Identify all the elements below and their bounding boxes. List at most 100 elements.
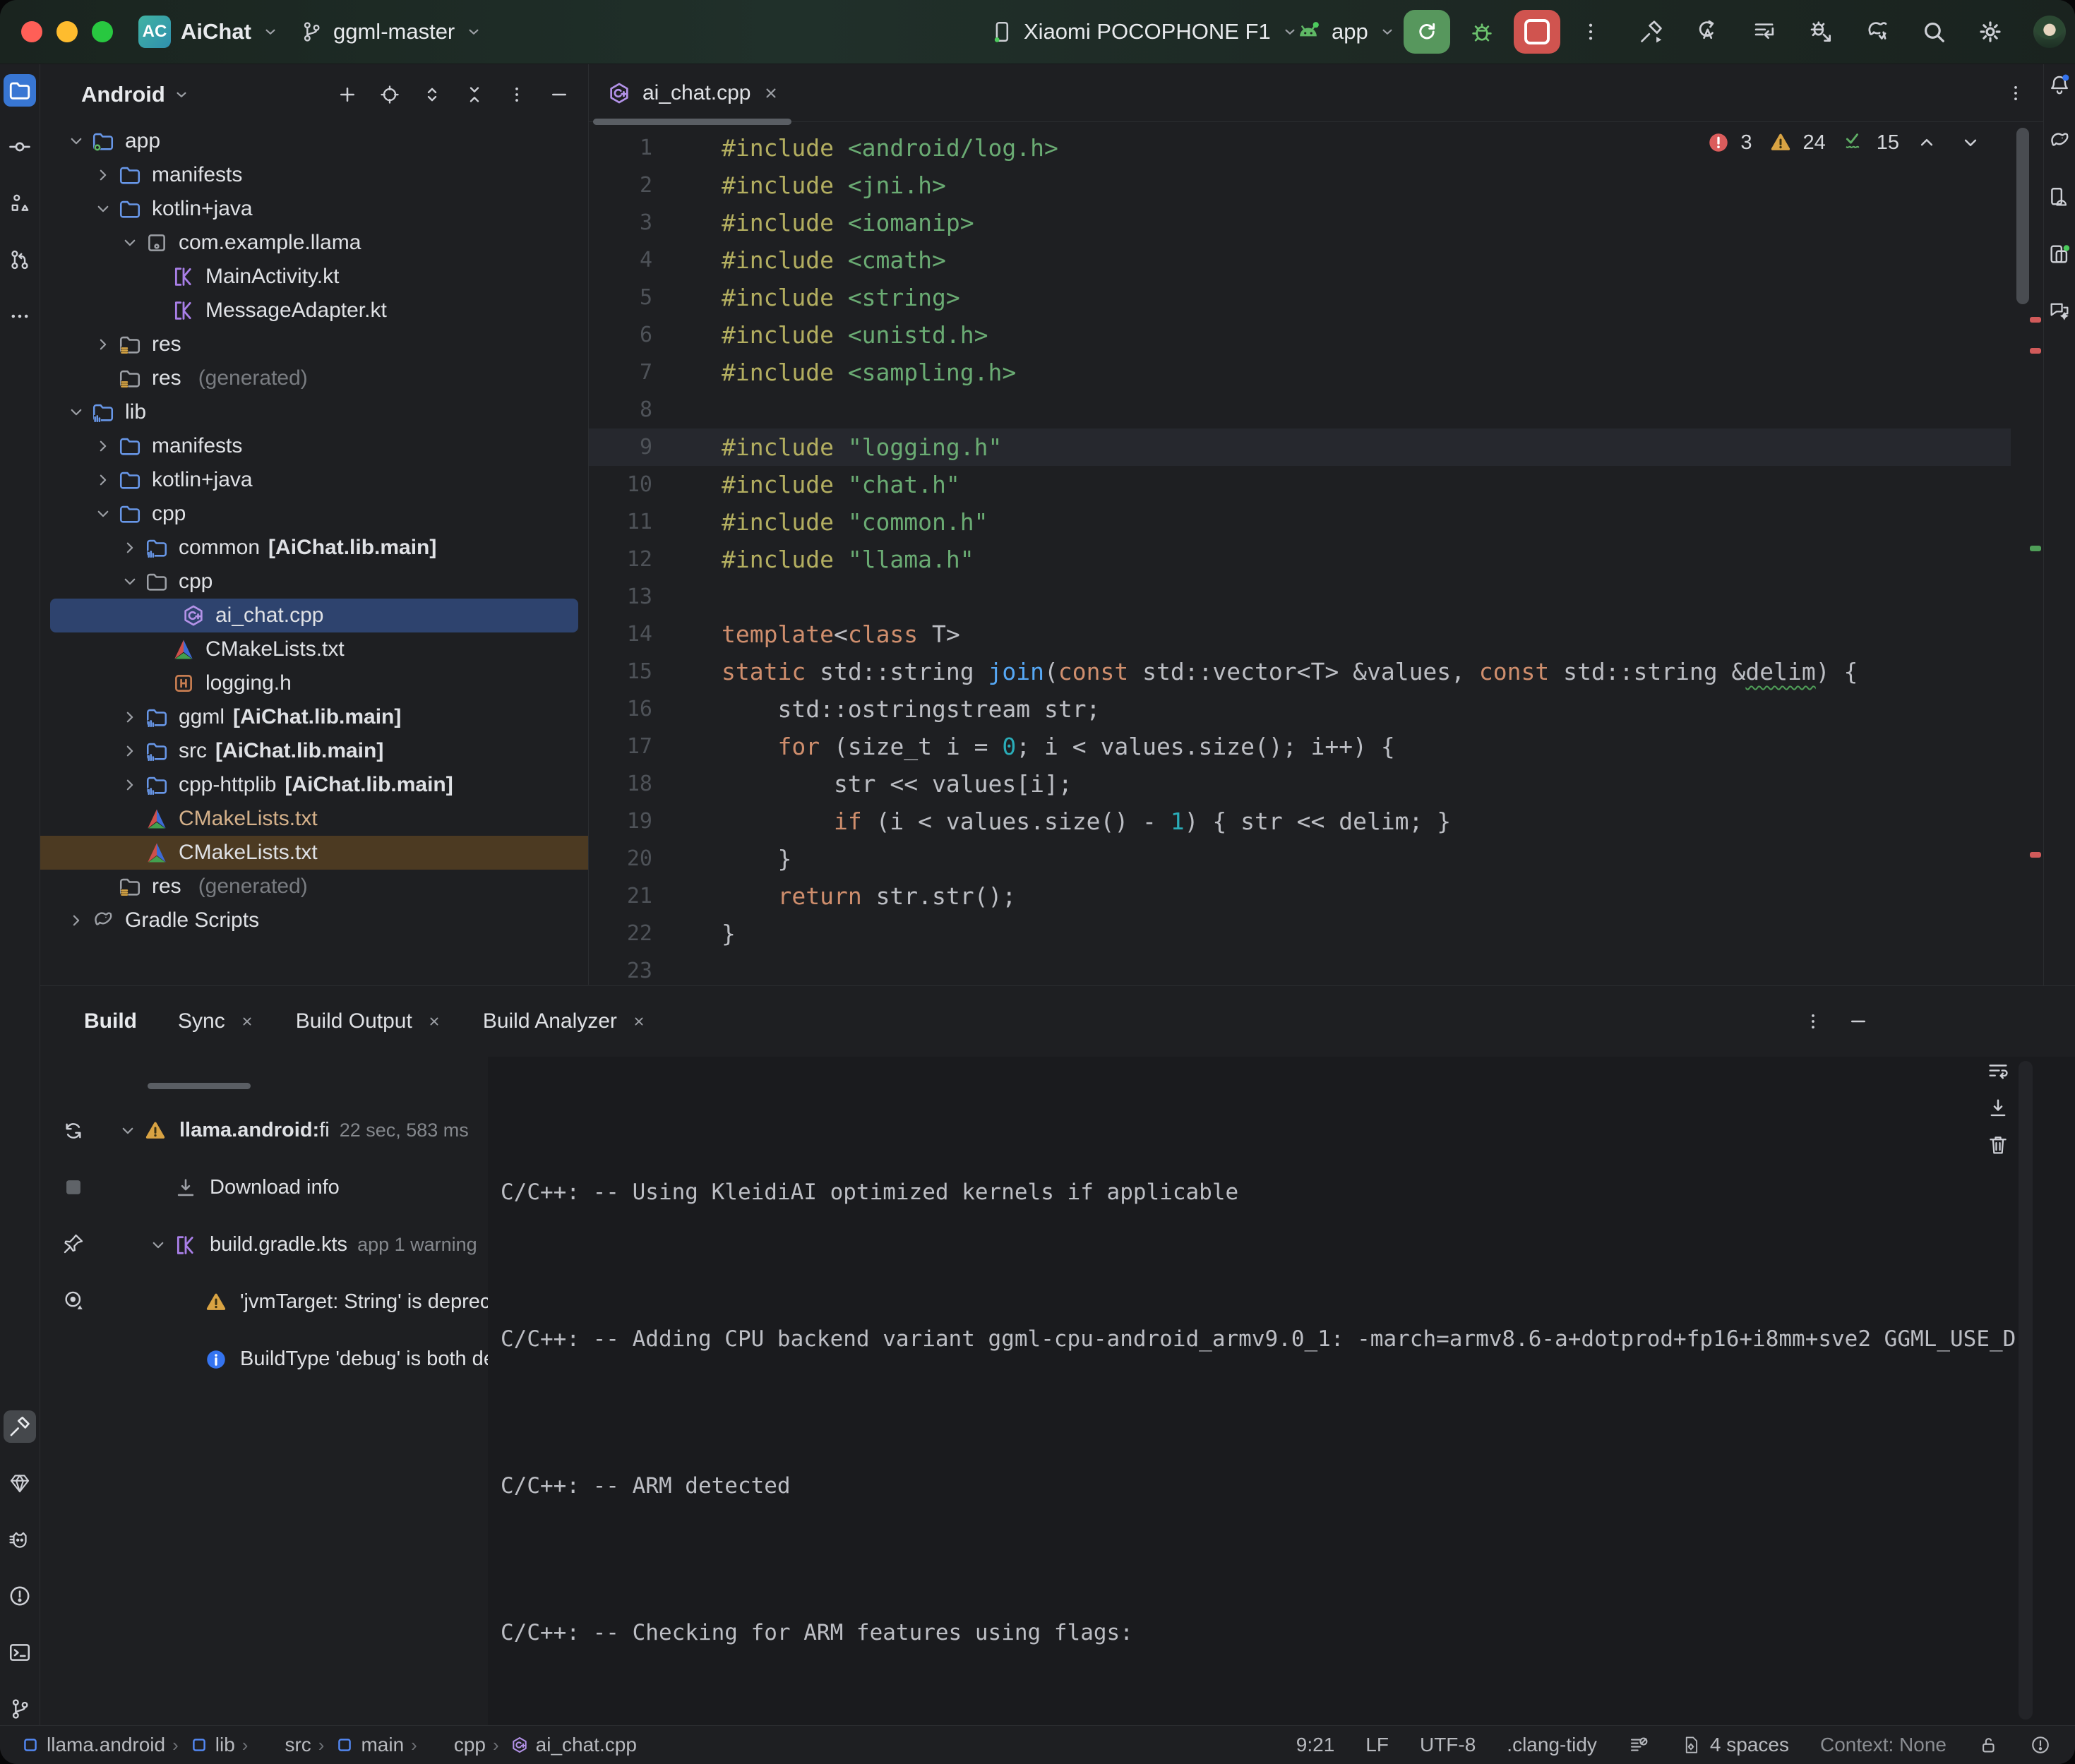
chevron-icon[interactable] [90, 365, 116, 392]
inspections-status-icon[interactable] [2030, 1734, 2051, 1756]
context-widget[interactable]: Context: None [1820, 1734, 1947, 1756]
gradle-tool-button[interactable] [2047, 129, 2071, 153]
attach-debugger-button[interactable] [1807, 18, 1834, 45]
device-selector[interactable]: Xiaomi POCOPHONE F1 [990, 0, 1299, 64]
chevron-icon[interactable] [90, 873, 116, 900]
tree-row[interactable]: ai_chat.cpp [50, 599, 578, 632]
filter-button[interactable] [61, 1288, 85, 1312]
chevron-down-icon[interactable] [63, 399, 90, 426]
tree-row[interactable]: Gradle Scripts [40, 904, 588, 937]
chevron-down-icon[interactable] [144, 1231, 172, 1259]
chevron-icon[interactable] [144, 1174, 172, 1201]
chevron-right-icon[interactable] [116, 534, 143, 561]
logcat-tool-button[interactable] [4, 1523, 36, 1556]
tree-row[interactable]: res (generated) [40, 870, 588, 904]
chevron-down-icon[interactable] [90, 500, 116, 527]
project-view-mode[interactable]: Android [81, 82, 165, 107]
formatter-off-icon[interactable] [1628, 1734, 1649, 1756]
code-line[interactable]: 14 template<class T> [589, 616, 2011, 653]
editor-tab[interactable]: ai_chat.cpp [589, 64, 799, 121]
structure-tool-button[interactable] [4, 187, 36, 220]
chevron-right-icon[interactable] [116, 772, 143, 798]
chevron-icon[interactable] [143, 636, 170, 663]
chevron-right-icon[interactable] [90, 331, 116, 358]
dependencies-tool-button[interactable] [4, 1467, 36, 1499]
tab-options-button[interactable] [2005, 83, 2026, 104]
tree-row[interactable]: cpp [40, 497, 588, 531]
close-tab-icon[interactable] [426, 1014, 442, 1029]
tree-row[interactable]: com.example.llama [40, 226, 588, 260]
tree-row[interactable]: kotlin+java [40, 192, 588, 226]
scroll-to-end-button[interactable] [1986, 1096, 2010, 1120]
tree-row[interactable]: kotlin+java [40, 463, 588, 497]
terminal-tool-button[interactable] [4, 1636, 36, 1669]
add-button[interactable] [337, 84, 358, 105]
gemini-chat-button[interactable] [2047, 299, 2071, 323]
debug-button[interactable] [1469, 18, 1495, 45]
code-line[interactable]: 21 return str.str(); [589, 877, 2011, 915]
pin-tab-button[interactable] [61, 1232, 85, 1256]
lock-icon[interactable] [1978, 1734, 1999, 1756]
settings-button[interactable] [1977, 18, 2004, 45]
minimize-window-button[interactable] [56, 21, 78, 42]
rerun-sync-button[interactable] [61, 1119, 85, 1143]
clang-tidy-widget[interactable]: .clang-tidy [1507, 1734, 1597, 1756]
more-actions-button[interactable] [1579, 20, 1603, 44]
build-tree-row[interactable]: BuildType 'debug' is both de [107, 1331, 488, 1388]
code-line[interactable]: 7 #include <sampling.h> [589, 354, 2011, 391]
caret-position[interactable]: 9:21 [1296, 1734, 1335, 1756]
code-line[interactable]: 5 #include <string> [589, 279, 2011, 316]
console-scrollbar[interactable] [2019, 1061, 2033, 1720]
code-line[interactable]: 8 [589, 391, 2011, 428]
editor-scrollbar[interactable] [2016, 128, 2029, 304]
problems-tool-button[interactable] [4, 1580, 36, 1612]
tree-row[interactable]: MainActivity.kt [40, 260, 588, 294]
stop-sync-button[interactable] [61, 1175, 85, 1199]
indent-widget[interactable]: 4 spaces [1680, 1734, 1789, 1756]
code-line[interactable]: 13 [589, 578, 2011, 616]
chevron-right-icon[interactable] [90, 467, 116, 493]
build-tree-row[interactable]: llama.android: fi 22 sec, 583 ms [107, 1102, 488, 1159]
user-avatar[interactable] [2033, 16, 2066, 48]
previous-issue-button[interactable] [1916, 132, 1937, 153]
pull-requests-tool-button[interactable] [4, 244, 36, 276]
code-editor[interactable]: 1 #include <android/log.h> 2 #include <j… [589, 122, 2043, 985]
tree-row[interactable]: res (generated) [40, 361, 588, 395]
collapse-all-button[interactable] [464, 84, 485, 105]
code-line[interactable]: 10 #include "chat.h" [589, 466, 2011, 503]
inspections-widget[interactable]: 3 24 15 [1706, 131, 1981, 155]
notifications-button[interactable] [2047, 73, 2071, 97]
tree-row[interactable]: app [40, 124, 588, 158]
code-line[interactable]: 22 } [589, 915, 2011, 952]
panel-options-button[interactable] [506, 84, 527, 105]
zoom-window-button[interactable] [92, 21, 113, 42]
expand-all-button[interactable] [421, 84, 443, 105]
task-list-button[interactable] [1751, 18, 1778, 45]
code-line[interactable]: 11 #include "common.h" [589, 503, 2011, 541]
tree-row[interactable]: src [AiChat.lib.main] [40, 734, 588, 768]
running-devices-button[interactable] [2047, 242, 2071, 266]
chevron-down-icon[interactable] [63, 128, 90, 155]
error-stripe-mark[interactable] [2030, 348, 2041, 354]
chevron-down-icon[interactable] [116, 568, 143, 595]
tree-row[interactable]: CMakeLists.txt [40, 836, 588, 870]
code-line[interactable]: 17 for (size_t i = 0; i < values.size();… [589, 728, 2011, 765]
error-stripe-mark[interactable] [2030, 317, 2041, 323]
stripe-mark-green[interactable] [2030, 546, 2041, 551]
tree-row[interactable]: MessageAdapter.kt [40, 294, 588, 328]
breadcrumb-item[interactable]: llama.android › [21, 1734, 179, 1756]
project-widget[interactable]: AC AiChat [138, 0, 280, 64]
tree-row[interactable]: manifests [40, 158, 588, 192]
build-tool-button[interactable] [4, 1410, 36, 1443]
tree-row[interactable]: common [AiChat.lib.main] [40, 531, 588, 565]
build-tree-row[interactable]: 'jvmTarget: String' is deprec [107, 1273, 488, 1331]
code-line[interactable]: 19 if (i < values.size() - 1) { str << d… [589, 803, 2011, 840]
code-line[interactable]: 4 #include <cmath> [589, 241, 2011, 279]
tree-row[interactable]: ggml [AiChat.lib.main] [40, 700, 588, 734]
code-line[interactable]: 2 #include <jni.h> [589, 167, 2011, 204]
line-separator[interactable]: LF [1365, 1734, 1389, 1756]
breadcrumb-item[interactable]: lib › [190, 1734, 249, 1756]
code-line[interactable]: 16 std::ostringstream str; [589, 690, 2011, 728]
code-line[interactable]: 20 } [589, 840, 2011, 877]
search-everywhere-button[interactable] [1920, 18, 1947, 45]
